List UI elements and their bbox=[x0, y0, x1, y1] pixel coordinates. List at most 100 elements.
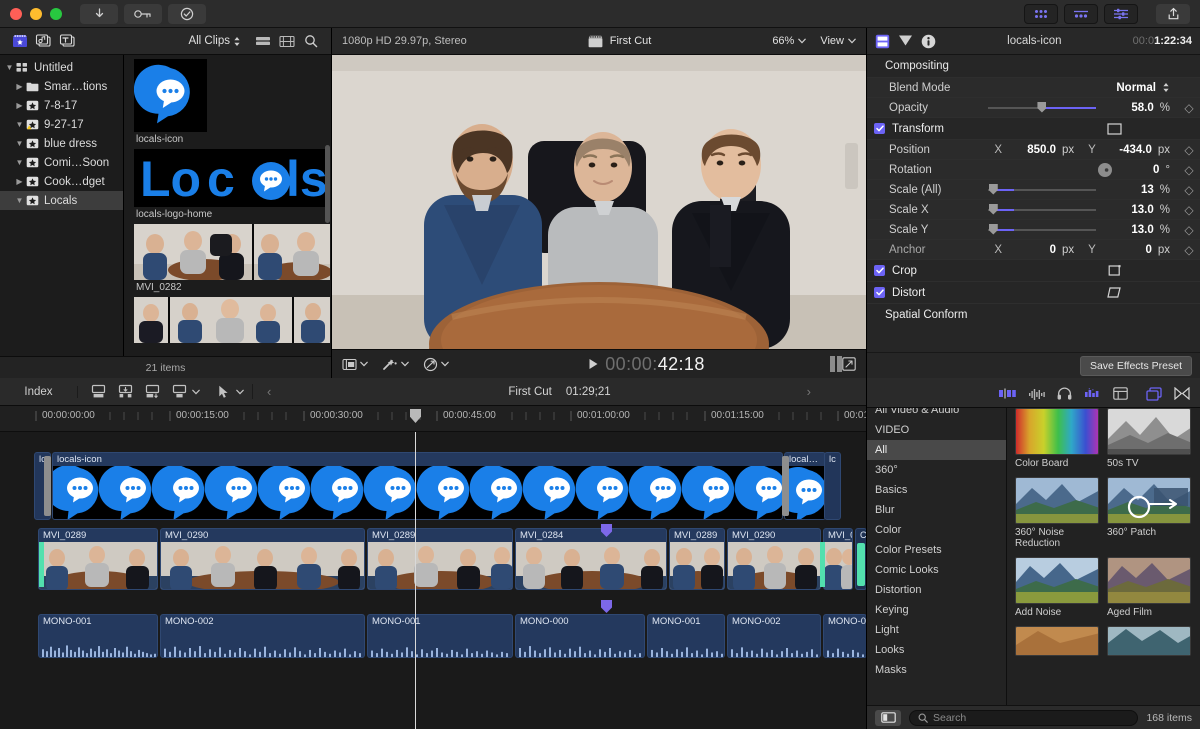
effects-browser-toggle-icon[interactable] bbox=[1146, 386, 1162, 401]
titles-generators-icon[interactable] bbox=[56, 32, 80, 50]
sidebar-item-blue-dress[interactable]: ▼ blue dress bbox=[0, 134, 123, 153]
overwrite-icon[interactable] bbox=[140, 384, 165, 399]
browser-scrollbar[interactable] bbox=[325, 57, 330, 354]
effect-item-row3-right[interactable] bbox=[1107, 626, 1191, 656]
timeline-ruler[interactable]: 00:00:00:00 00:00:15:00 00:00:30:00 00:0… bbox=[0, 406, 866, 432]
color-inspector-toggle[interactable] bbox=[1104, 3, 1138, 24]
timeline-audio-mono-001-c[interactable]: MONO-001 bbox=[647, 614, 725, 658]
browser-scrollbar-thumb[interactable] bbox=[325, 145, 330, 223]
position-keyframe-button[interactable]: ◇ bbox=[1178, 143, 1200, 157]
viewer-retime-button[interactable] bbox=[423, 357, 449, 372]
anchor-y-value[interactable]: 0 bbox=[1104, 244, 1151, 256]
viewer-zoom-popup[interactable]: 66% bbox=[772, 35, 807, 47]
disclosure-triangle-icon[interactable]: ▼ bbox=[14, 196, 25, 205]
disclosure-triangle-icon[interactable]: ▼ bbox=[14, 158, 25, 167]
effects-category-masks[interactable]: Masks bbox=[867, 660, 1006, 680]
background-tasks-button[interactable] bbox=[168, 3, 206, 24]
browser-clip-locals-icon[interactable]: locals-icon bbox=[130, 59, 325, 149]
opacity-value[interactable]: 58.0 bbox=[1102, 102, 1153, 114]
timeline-audio-mono-002-b[interactable]: MONO-002 bbox=[727, 614, 821, 658]
effect-item-50s-tv[interactable]: 50s TV bbox=[1107, 408, 1191, 469]
effect-item-360-noise-reduction[interactable]: 360° Noise Reduction bbox=[1015, 477, 1099, 549]
timeline-marker[interactable] bbox=[601, 600, 612, 613]
transitions-browser-toggle[interactable] bbox=[1064, 3, 1098, 24]
libraries-icon[interactable] bbox=[8, 32, 32, 50]
blend-mode-popup[interactable]: Normal bbox=[967, 82, 1178, 94]
crop-onscreen-icon[interactable] bbox=[1107, 264, 1122, 277]
chevron-left-icon[interactable]: ‹ bbox=[267, 384, 271, 399]
effect-item-row3-left[interactable] bbox=[1015, 626, 1099, 656]
photos-audio-icon[interactable] bbox=[32, 32, 56, 50]
crop-checkbox[interactable] bbox=[874, 265, 885, 276]
timeline-clip-mvi-0290-a[interactable]: MVI_0290 bbox=[160, 528, 365, 590]
anchor-x-value[interactable]: 0 bbox=[1010, 244, 1056, 256]
minimize-window-button[interactable] bbox=[30, 7, 42, 20]
timeline-audio-mono-002-a[interactable]: MONO-002 bbox=[160, 614, 365, 658]
zoom-window-button[interactable] bbox=[50, 7, 62, 20]
disclosure-triangle-icon[interactable]: ▶ bbox=[14, 82, 25, 91]
timeline-clip-locals-icon[interactable]: locals-icon bbox=[52, 452, 783, 520]
effect-item-aged-film[interactable]: Aged Film bbox=[1107, 557, 1191, 618]
timeline-audio-trailing[interactable]: MONO-0… bbox=[823, 614, 866, 658]
effects-category-color[interactable]: Color bbox=[867, 520, 1006, 540]
timeline-clip-mvi-0284[interactable]: MVI_0284 bbox=[515, 528, 667, 590]
effects-category-light[interactable]: Light bbox=[867, 620, 1006, 640]
scale-all-slider[interactable] bbox=[987, 183, 1096, 196]
timeline-clip-mvi-0290-b[interactable]: MVI_0290 bbox=[727, 528, 821, 590]
viewer-scopes-button[interactable] bbox=[342, 358, 368, 371]
timeline-index-button[interactable]: Index bbox=[0, 385, 78, 398]
effects-browser-toggle[interactable] bbox=[1024, 3, 1058, 24]
anchor-keyframe-button[interactable]: ◇ bbox=[1178, 243, 1200, 257]
scale-x-keyframe-button[interactable]: ◇ bbox=[1178, 203, 1200, 217]
transform-checkbox[interactable] bbox=[874, 123, 885, 134]
viewer-view-popup[interactable]: View bbox=[820, 35, 856, 47]
effects-category-color-presets[interactable]: Color Presets bbox=[867, 540, 1006, 560]
timeline-audio-mono-001-b[interactable]: MONO-001 bbox=[367, 614, 513, 658]
clip-filter-popup[interactable]: All Clips bbox=[188, 35, 241, 47]
arrow-select-icon[interactable] bbox=[218, 385, 229, 399]
play-icon[interactable] bbox=[588, 358, 599, 370]
keyword-editor-button[interactable] bbox=[124, 3, 162, 24]
disclosure-triangle-icon[interactable]: ▼ bbox=[14, 139, 25, 148]
rotation-value[interactable]: 0 bbox=[1119, 164, 1159, 176]
rotation-keyframe-button[interactable]: ◇ bbox=[1178, 163, 1200, 177]
scale-y-keyframe-button[interactable]: ◇ bbox=[1178, 223, 1200, 237]
viewer-timecode-group[interactable]: 00:00:42:18 bbox=[463, 354, 830, 375]
position-y-value[interactable]: -434.0 bbox=[1104, 144, 1152, 156]
clip-appearance-icon[interactable] bbox=[999, 388, 1016, 399]
effects-category-keying[interactable]: Keying bbox=[867, 600, 1006, 620]
distort-onscreen-icon[interactable] bbox=[1106, 286, 1122, 299]
transitions-browser-toggle-icon[interactable] bbox=[1174, 387, 1190, 400]
connect-icon[interactable] bbox=[167, 384, 190, 399]
effects-category-distortion[interactable]: Distortion bbox=[867, 580, 1006, 600]
append-icon[interactable] bbox=[86, 384, 111, 399]
effects-category-basics[interactable]: Basics bbox=[867, 480, 1006, 500]
browser-clip-mvi-0283[interactable] bbox=[130, 297, 330, 343]
timeline-canvas[interactable]: lc locals-icon local… lc MVI_0289 MVI_02… bbox=[0, 432, 866, 729]
effect-item-360-patch[interactable]: 360° Patch bbox=[1107, 477, 1191, 549]
info-inspector-tab[interactable] bbox=[921, 34, 936, 49]
position-x-value[interactable]: 850.0 bbox=[1010, 144, 1056, 156]
effects-category-blur[interactable]: Blur bbox=[867, 500, 1006, 520]
disclosure-triangle-icon[interactable]: ▶ bbox=[14, 177, 25, 186]
browser-search-icon[interactable] bbox=[299, 32, 323, 50]
scale-y-value[interactable]: 13.0 bbox=[1102, 224, 1153, 236]
close-window-button[interactable] bbox=[10, 7, 22, 20]
browser-clip-mvi-0282[interactable]: MVI_0282 bbox=[130, 224, 330, 297]
effect-item-add-noise[interactable]: Add Noise bbox=[1015, 557, 1099, 618]
sidebar-item-locals[interactable]: ▼ Locals bbox=[0, 191, 123, 210]
browser-clip-locals-logo-home[interactable]: Lo c ls locals-logo-home bbox=[130, 149, 330, 224]
sidebar-item-cooking-gadget[interactable]: ▶ Cook…dget bbox=[0, 172, 123, 191]
audio-meters-icon[interactable] bbox=[830, 356, 842, 372]
timeline-clip-mvi-0289-a[interactable]: MVI_0289 bbox=[38, 528, 158, 590]
tool-chevron-down-icon[interactable] bbox=[236, 389, 244, 395]
effects-category-comic-looks[interactable]: Comic Looks bbox=[867, 560, 1006, 580]
viewer-fullscreen-button[interactable] bbox=[842, 357, 856, 371]
share-button[interactable] bbox=[1156, 3, 1190, 24]
filmstrip-view-icon[interactable] bbox=[275, 32, 299, 50]
rotation-dial[interactable] bbox=[1097, 162, 1113, 178]
timeline-clip[interactable]: local… bbox=[784, 452, 826, 520]
sidebar-item-smart-collections[interactable]: ▶ Smar…tions bbox=[0, 77, 123, 96]
clip-trim-handle[interactable] bbox=[782, 456, 789, 516]
sidebar-item-untitled[interactable]: ▼ Untitled bbox=[0, 58, 123, 77]
